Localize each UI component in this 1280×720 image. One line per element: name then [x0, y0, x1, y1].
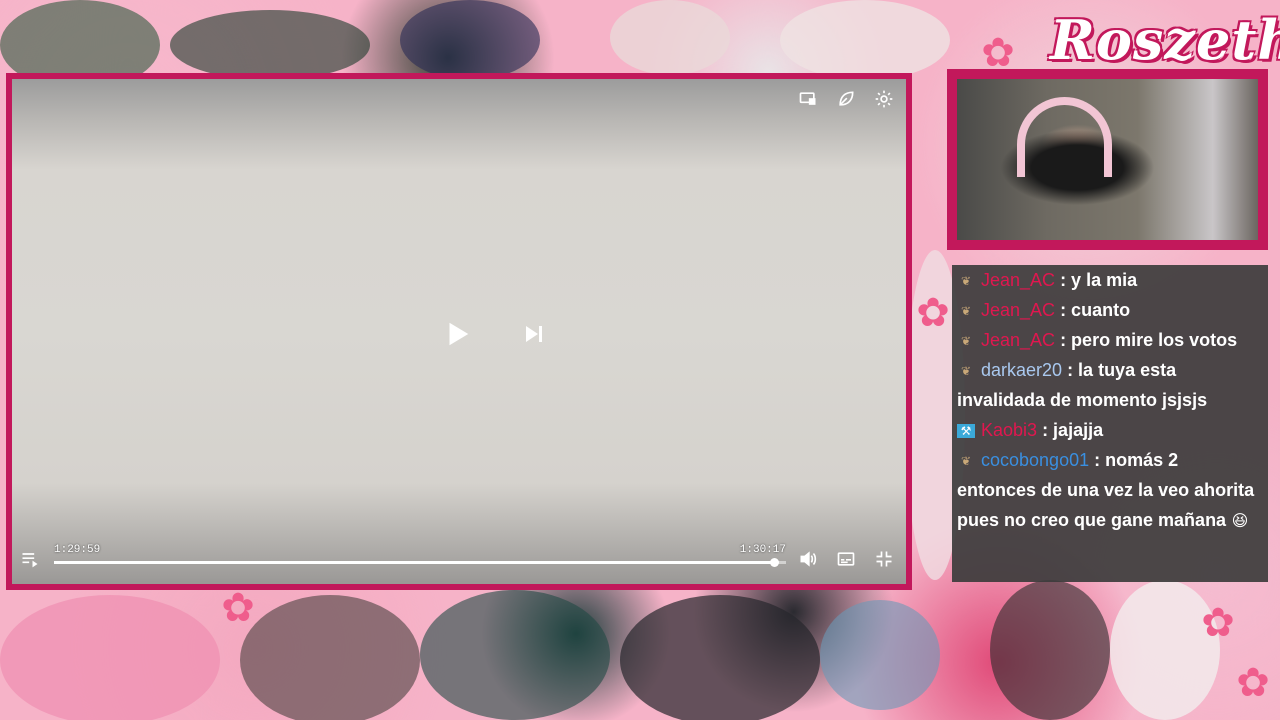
background-art-bottom-6 — [990, 580, 1110, 720]
chat-username[interactable]: Jean_AC — [981, 300, 1055, 320]
gear-icon[interactable] — [874, 89, 894, 109]
player-center-controls — [442, 319, 546, 349]
player-top-controls — [798, 89, 894, 109]
background-art-character-2 — [170, 10, 370, 80]
play-icon[interactable] — [442, 319, 472, 349]
background-art-bottom-3 — [420, 590, 610, 720]
chat-text: : jajajja — [1037, 420, 1104, 440]
webcam-feed — [957, 79, 1258, 240]
background-art-bottom-2 — [240, 595, 420, 720]
chat-message: ❦ Jean_AC : y la mia — [957, 265, 1260, 295]
progress-fill — [54, 561, 774, 564]
chat-username[interactable]: Kaobi3 — [981, 420, 1037, 440]
chat-username[interactable]: darkaer20 — [981, 360, 1062, 380]
chat-message: ❦ cocobongo01 : nomás 2 entonces de una v… — [957, 445, 1260, 536]
wings-badge-icon: ❦ — [960, 304, 972, 319]
volume-icon[interactable] — [798, 549, 818, 569]
flower-decoration: ✿ — [1201, 600, 1235, 646]
chat-text: : pero mire los votos — [1055, 330, 1238, 350]
chat-message: ❦ Jean_AC : cuanto — [957, 295, 1260, 325]
playlist-icon[interactable] — [20, 549, 40, 569]
brand-logo: Roszeth — [1050, 8, 1280, 72]
flower-decoration: ✿ — [1236, 660, 1270, 706]
video-player[interactable]: 1:29:59 1:30:17 — [12, 79, 906, 584]
chat-username[interactable]: Jean_AC — [981, 330, 1055, 350]
flower-decoration: ✿ — [221, 585, 255, 631]
player-bottom-left — [20, 549, 40, 574]
wings-badge-icon: ❦ — [960, 454, 972, 469]
progress-bar[interactable] — [54, 558, 786, 567]
background-art-character-3 — [400, 0, 540, 80]
player-bottom-right — [798, 549, 894, 569]
background-art-bottom-1 — [0, 595, 220, 720]
chat-text: : y la mia — [1055, 270, 1138, 290]
time-total: 1:30:17 — [739, 544, 786, 556]
wings-badge-icon: ❦ — [960, 334, 972, 349]
background-art-bottom-5 — [820, 600, 940, 710]
wings-badge-icon: ❦ — [960, 364, 972, 379]
moderator-badge-icon: ⚒ — [957, 424, 975, 439]
progress-scrubber[interactable] — [769, 558, 779, 567]
flower-decoration: ✿ — [916, 290, 950, 336]
cast-icon[interactable] — [798, 89, 818, 109]
webcam-frame — [947, 69, 1268, 250]
background-art-bottom-4 — [620, 595, 820, 720]
chat-panel: ❦ Jean_AC : y la mia ❦ Jean_AC : cuanto ❦ Jea… — [952, 265, 1268, 582]
exit-fullscreen-icon[interactable] — [874, 549, 894, 569]
subtitles-icon[interactable] — [836, 549, 856, 569]
wings-badge-icon: ❦ — [960, 274, 972, 289]
chat-message: ❦ Jean_AC : pero mire los votos — [957, 325, 1260, 355]
chat-username[interactable]: cocobongo01 — [981, 450, 1089, 470]
chat-username[interactable]: Jean_AC — [981, 270, 1055, 290]
laughing-emoji-icon: 😆 — [1226, 511, 1249, 530]
time-current: 1:29:59 — [54, 544, 101, 556]
chat-message: ❦ darkaer20 : la tuya esta invalidada de … — [957, 355, 1260, 415]
video-player-frame: 1:29:59 1:30:17 — [6, 73, 912, 590]
chat-text: : cuanto — [1055, 300, 1131, 320]
background-art-character-5 — [780, 0, 950, 80]
skip-next-icon[interactable] — [522, 322, 546, 346]
background-art-character-4 — [610, 0, 730, 75]
chat-message: ⚒ Kaobi3 : jajajja — [957, 415, 1260, 445]
leaf-icon[interactable] — [836, 89, 856, 109]
webcam-headphones — [1017, 97, 1112, 177]
